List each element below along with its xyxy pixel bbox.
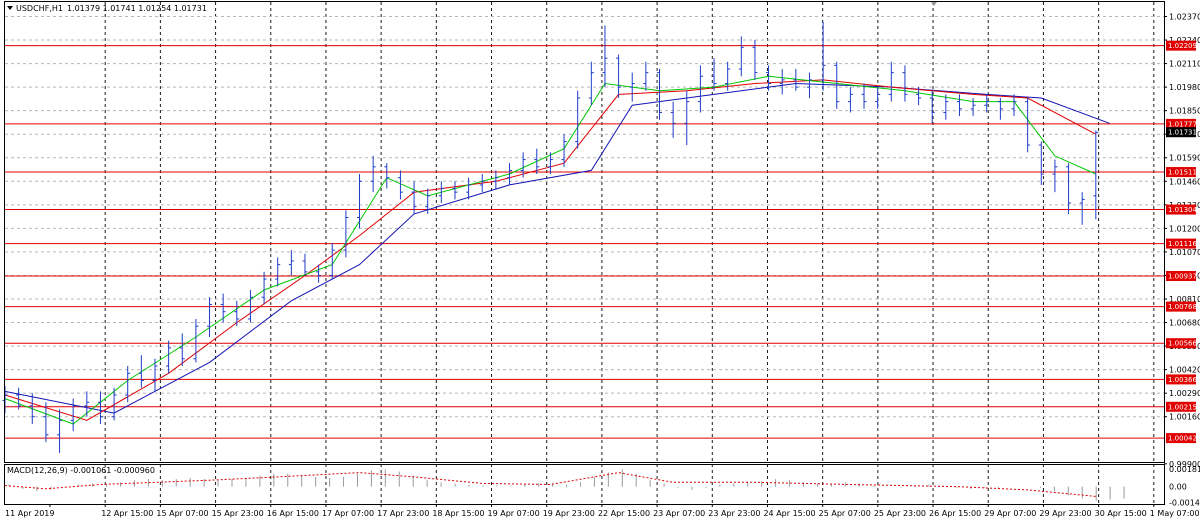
price-tick-label: 1.00420 bbox=[1169, 366, 1200, 375]
level-tag-label: 1.01304 bbox=[1168, 206, 1197, 214]
price-tick-label: 1.00680 bbox=[1169, 319, 1200, 328]
current-price-tag: 1.01731 bbox=[1166, 127, 1197, 138]
macd-tick-label: 0.001816 bbox=[1169, 465, 1200, 474]
time-tick-label: 30 Apr 15:00 bbox=[1095, 509, 1147, 518]
time-tick-label: 23 Apr 23:00 bbox=[708, 509, 760, 518]
current-price-label: 1.01731 bbox=[1168, 129, 1197, 137]
time-tick-label: 15 Apr 23:00 bbox=[212, 509, 264, 518]
time-tick-label: 18 Apr 15:00 bbox=[432, 509, 484, 518]
chart-background bbox=[0, 0, 1200, 523]
time-tick-label: 23 Apr 07:00 bbox=[653, 509, 705, 518]
level-tag-label: 1.01777 bbox=[1168, 120, 1197, 128]
price-tick-label: 1.00290 bbox=[1169, 389, 1200, 398]
level-tag-label: 1.00366 bbox=[1168, 376, 1197, 384]
price-tick-label: 1.01590 bbox=[1169, 154, 1200, 163]
time-tick-label: 16 Apr 15:00 bbox=[267, 509, 319, 518]
price-tick-label: 1.01850 bbox=[1169, 107, 1200, 116]
chart-canvas: 1.023701.022401.021101.019801.018501.017… bbox=[0, 0, 1200, 523]
level-tag-label: 1.00768 bbox=[1168, 303, 1197, 311]
time-tick-label: 26 Apr 15:00 bbox=[929, 509, 981, 518]
chart-symbol: USDCHF,H1 1.01379 1.01741 1.01254 1.01731 bbox=[16, 4, 207, 13]
macd-tick-label: 0.00 bbox=[1169, 483, 1187, 492]
level-tag-label: 1.00215 bbox=[1168, 403, 1197, 411]
time-tick-label: 29 Apr 23:00 bbox=[1039, 509, 1091, 518]
time-tick-label: 19 Apr 23:00 bbox=[543, 509, 595, 518]
time-tick-label: 25 Apr 07:00 bbox=[819, 509, 871, 518]
time-tick-label: 17 Apr 23:00 bbox=[377, 509, 429, 518]
time-tick-label: 11 Apr 2019 bbox=[5, 509, 54, 518]
macd-label: MACD(12,26,9) -0.001061 -0.000960 bbox=[7, 466, 155, 475]
level-tag-label: 1.02209 bbox=[1168, 42, 1197, 50]
level-tag-label: 1.01116 bbox=[1168, 240, 1197, 248]
price-tick-label: 1.01200 bbox=[1169, 224, 1200, 233]
price-tick-label: 1.00160 bbox=[1169, 413, 1200, 422]
level-tag-label: 1.01511 bbox=[1168, 169, 1197, 177]
level-tag-label: 1.00937 bbox=[1168, 273, 1197, 281]
macd-tick-label: -0.001448 bbox=[1169, 498, 1200, 507]
time-tick-label: 17 Apr 07:00 bbox=[322, 509, 374, 518]
time-tick-label: 29 Apr 07:00 bbox=[984, 509, 1036, 518]
price-tick-label: 1.01980 bbox=[1169, 83, 1200, 92]
price-tick-label: 1.01070 bbox=[1169, 248, 1200, 257]
price-tick-label: 1.02370 bbox=[1169, 12, 1200, 21]
price-tick-label: 1.02110 bbox=[1169, 60, 1200, 69]
price-tick-label: 1.01460 bbox=[1169, 177, 1200, 186]
level-tag-label: 1.00566 bbox=[1168, 340, 1197, 348]
time-tick-label: 22 Apr 15:00 bbox=[598, 509, 650, 518]
time-tick-label: 25 Apr 23:00 bbox=[874, 509, 926, 518]
time-tick-label: 24 Apr 15:00 bbox=[763, 509, 815, 518]
time-tick-label: 12 Apr 15:00 bbox=[101, 509, 153, 518]
time-tick-label: 1 May 07:00 bbox=[1150, 509, 1200, 518]
time-tick-label: 15 Apr 07:00 bbox=[156, 509, 208, 518]
time-tick-label: 19 Apr 07:00 bbox=[488, 509, 540, 518]
level-tag-label: 1.00042 bbox=[1168, 435, 1197, 443]
